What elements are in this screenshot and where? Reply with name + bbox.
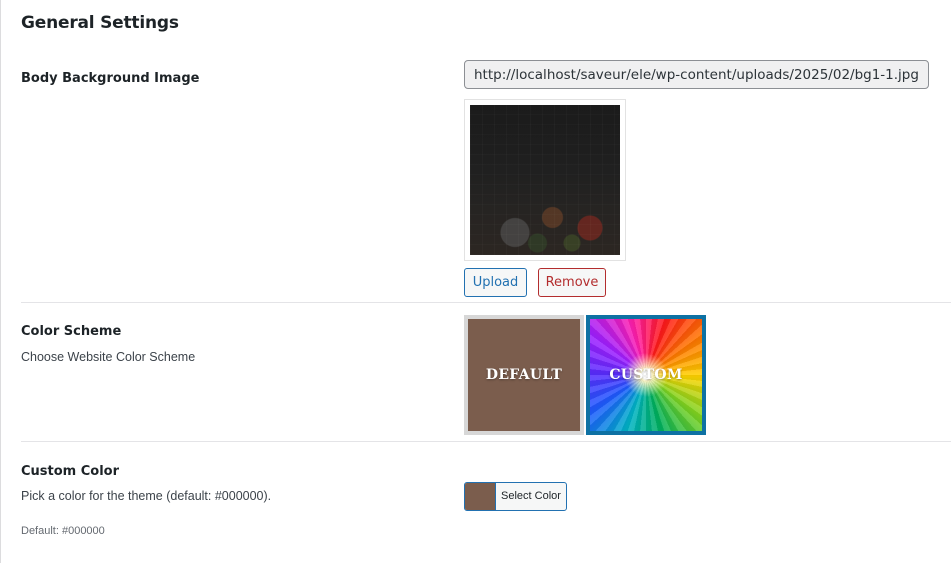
row-divider bbox=[21, 441, 951, 442]
custom-color-description: Pick a color for the theme (default: #00… bbox=[21, 489, 272, 503]
settings-page: General Settings Body Background Image U… bbox=[0, 0, 951, 563]
body-background-label: Body Background Image bbox=[21, 71, 200, 86]
background-thumbnail bbox=[470, 105, 620, 255]
row-divider bbox=[21, 302, 951, 303]
background-url-field[interactable] bbox=[464, 60, 929, 89]
custom-color-label: Custom Color bbox=[21, 464, 120, 479]
current-color-swatch bbox=[465, 483, 496, 510]
color-scheme-label: Color Scheme bbox=[21, 324, 122, 339]
color-scheme-custom-option[interactable]: CUSTOM bbox=[586, 315, 706, 435]
color-scheme-default-option[interactable]: DEFAULT bbox=[464, 315, 584, 435]
select-color-button[interactable]: Select Color bbox=[464, 482, 567, 511]
upload-button[interactable]: Upload bbox=[464, 268, 527, 297]
default-color-note: Default: #000000 bbox=[21, 525, 105, 537]
scheme-option-label: CUSTOM bbox=[609, 367, 683, 383]
page-title: General Settings bbox=[21, 13, 179, 33]
select-color-label: Select Color bbox=[501, 490, 561, 502]
background-image-preview bbox=[464, 99, 626, 261]
remove-button[interactable]: Remove bbox=[538, 268, 606, 297]
color-scheme-description: Choose Website Color Scheme bbox=[21, 350, 196, 364]
scheme-option-label: DEFAULT bbox=[485, 367, 563, 383]
